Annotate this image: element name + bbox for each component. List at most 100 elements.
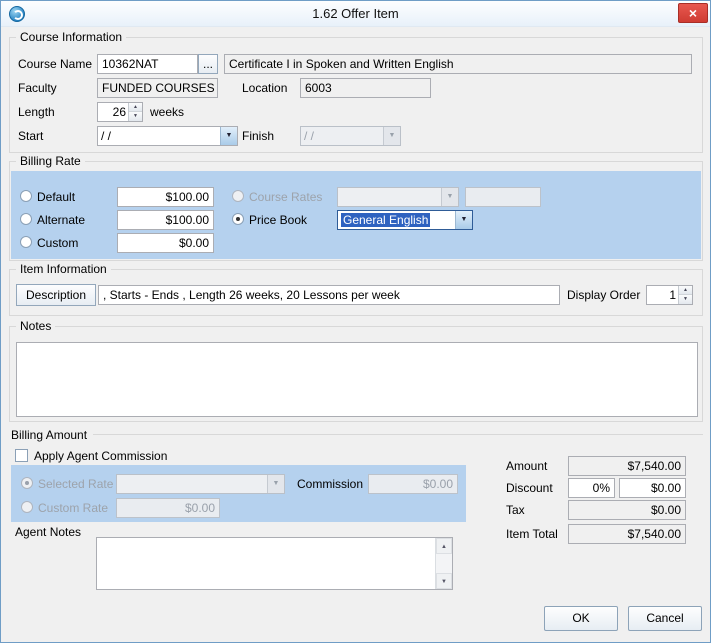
tax-label: Tax — [506, 500, 525, 520]
finish-label: Finish — [242, 126, 274, 146]
billing-amount-divider — [93, 434, 703, 435]
display-order-label: Display Order — [567, 285, 640, 305]
display-order-stepper-arrows: ▲ ▼ — [678, 286, 692, 304]
item-information-group: Item Information Description , Starts - … — [9, 269, 703, 316]
notes-legend: Notes — [16, 319, 55, 333]
scroll-down-icon[interactable]: ▼ — [436, 573, 452, 589]
start-date-combo[interactable]: / / ▼ — [97, 126, 238, 146]
course-rates-combo: ▼ — [337, 187, 459, 207]
display-order-stepper[interactable]: 1 ▲ ▼ — [646, 285, 693, 305]
chevron-down-icon[interactable]: ▼ — [220, 127, 237, 145]
agent-notes-scrollbar[interactable]: ▲ ▼ — [435, 538, 452, 589]
commission-input: $0.00 — [368, 474, 458, 494]
course-rates-label: Course Rates — [249, 187, 322, 207]
amount-field: $7,540.00 — [568, 456, 686, 476]
custom-rate-label: Custom Rate — [38, 498, 108, 518]
billing-amount-header: Billing Amount — [11, 427, 703, 442]
spin-up-icon[interactable]: ▲ — [679, 286, 692, 295]
item-total-label: Item Total — [506, 524, 558, 544]
chevron-down-icon[interactable]: ▼ — [455, 211, 472, 229]
scroll-up-icon[interactable]: ▲ — [436, 538, 452, 554]
close-button[interactable]: × — [678, 3, 708, 23]
price-book-value: General English — [341, 213, 430, 227]
chevron-down-icon: ▼ — [383, 127, 400, 145]
item-total-field: $7,540.00 — [568, 524, 686, 544]
finish-date-combo: / / ▼ — [300, 126, 401, 146]
display-order-value: 1 — [647, 286, 678, 304]
course-name-input[interactable]: 10362NAT — [97, 54, 198, 74]
title-bar: 1.62 Offer Item × — [1, 1, 710, 27]
start-label: Start — [18, 126, 43, 146]
course-browse-button[interactable]: ... — [198, 54, 218, 74]
custom-rate-billing-input[interactable]: $0.00 — [117, 233, 214, 253]
length-value: 26 — [98, 103, 128, 121]
billing-rate-group: Billing Rate Default $100.00 Course Rate… — [9, 161, 703, 261]
price-book-radio[interactable] — [232, 213, 244, 225]
agent-notes-textarea[interactable]: ▲ ▼ — [96, 537, 453, 590]
apply-agent-commission-checkbox[interactable] — [15, 449, 28, 462]
default-rate-radio[interactable] — [20, 190, 32, 202]
window-title: 1.62 Offer Item — [1, 6, 710, 21]
length-stepper[interactable]: 26 ▲ ▼ — [97, 102, 143, 122]
course-rates-value — [338, 188, 441, 206]
weeks-label: weeks — [150, 102, 184, 122]
faculty-label: Faculty — [18, 78, 57, 98]
agent-notes-value — [100, 540, 432, 587]
default-rate-label: Default — [37, 187, 75, 207]
chevron-down-icon: ▼ — [267, 475, 284, 493]
selected-rate-label: Selected Rate — [38, 474, 113, 494]
commission-label: Commission — [297, 474, 363, 494]
discount-label: Discount — [506, 478, 553, 498]
offer-item-dialog: 1.62 Offer Item × Course Information Cou… — [0, 0, 711, 643]
description-input[interactable]: , Starts - Ends , Length 26 weeks, 20 Le… — [98, 285, 560, 305]
price-book-label: Price Book — [249, 210, 307, 230]
item-information-legend: Item Information — [16, 262, 111, 276]
ellipsis-icon: ... — [203, 57, 213, 71]
default-rate-input[interactable]: $100.00 — [117, 187, 214, 207]
alternate-rate-label: Alternate — [37, 210, 85, 230]
notes-textarea[interactable] — [16, 342, 698, 417]
discount-percent-input[interactable]: 0% — [568, 478, 615, 498]
start-date-value: / / — [98, 127, 220, 145]
course-rates-amount-input — [465, 187, 541, 207]
billing-rate-legend: Billing Rate — [16, 154, 85, 168]
chevron-down-icon: ▼ — [441, 188, 458, 206]
selected-rate-radio — [21, 477, 33, 489]
spin-down-icon[interactable]: ▼ — [679, 295, 692, 304]
custom-rate-billing-label: Custom — [37, 233, 78, 253]
discount-amount-input[interactable]: $0.00 — [619, 478, 686, 498]
selected-rate-combo: ▼ — [116, 474, 285, 494]
close-icon: × — [689, 5, 697, 21]
tax-field: $0.00 — [568, 500, 686, 520]
faculty-field: FUNDED COURSES — [97, 78, 218, 98]
custom-rate-radio — [21, 501, 33, 513]
location-field: 6003 — [300, 78, 431, 98]
finish-date-value: / / — [301, 127, 383, 145]
ok-button[interactable]: OK — [544, 606, 618, 631]
custom-rate-input: $0.00 — [116, 498, 220, 518]
location-label: Location — [242, 78, 287, 98]
cancel-button[interactable]: Cancel — [628, 606, 702, 631]
price-book-value-wrap: General English — [338, 211, 455, 229]
description-button[interactable]: Description — [16, 284, 96, 306]
billing-amount-label: Billing Amount — [11, 428, 87, 442]
alternate-rate-input[interactable]: $100.00 — [117, 210, 214, 230]
course-title-field: Certificate I in Spoken and Written Engl… — [224, 54, 692, 74]
length-stepper-arrows: ▲ ▼ — [128, 103, 142, 121]
price-book-combo[interactable]: General English ▼ — [337, 210, 473, 230]
course-information-legend: Course Information — [16, 30, 126, 44]
amount-label: Amount — [506, 456, 547, 476]
agent-commission-panel: Selected Rate ▼ Commission $0.00 Custom … — [11, 465, 466, 522]
selected-rate-value — [117, 475, 267, 493]
alternate-rate-radio[interactable] — [20, 213, 32, 225]
course-name-label: Course Name — [18, 54, 92, 74]
custom-rate-billing-radio[interactable] — [20, 236, 32, 248]
course-rates-radio — [232, 190, 244, 202]
notes-group: Notes — [9, 326, 703, 422]
length-label: Length — [18, 102, 55, 122]
spin-up-icon[interactable]: ▲ — [129, 103, 142, 112]
agent-notes-label: Agent Notes — [15, 522, 81, 542]
course-information-group: Course Information Course Name 10362NAT … — [9, 37, 703, 153]
apply-agent-commission-label: Apply Agent Commission — [34, 446, 167, 466]
spin-down-icon[interactable]: ▼ — [129, 112, 142, 121]
